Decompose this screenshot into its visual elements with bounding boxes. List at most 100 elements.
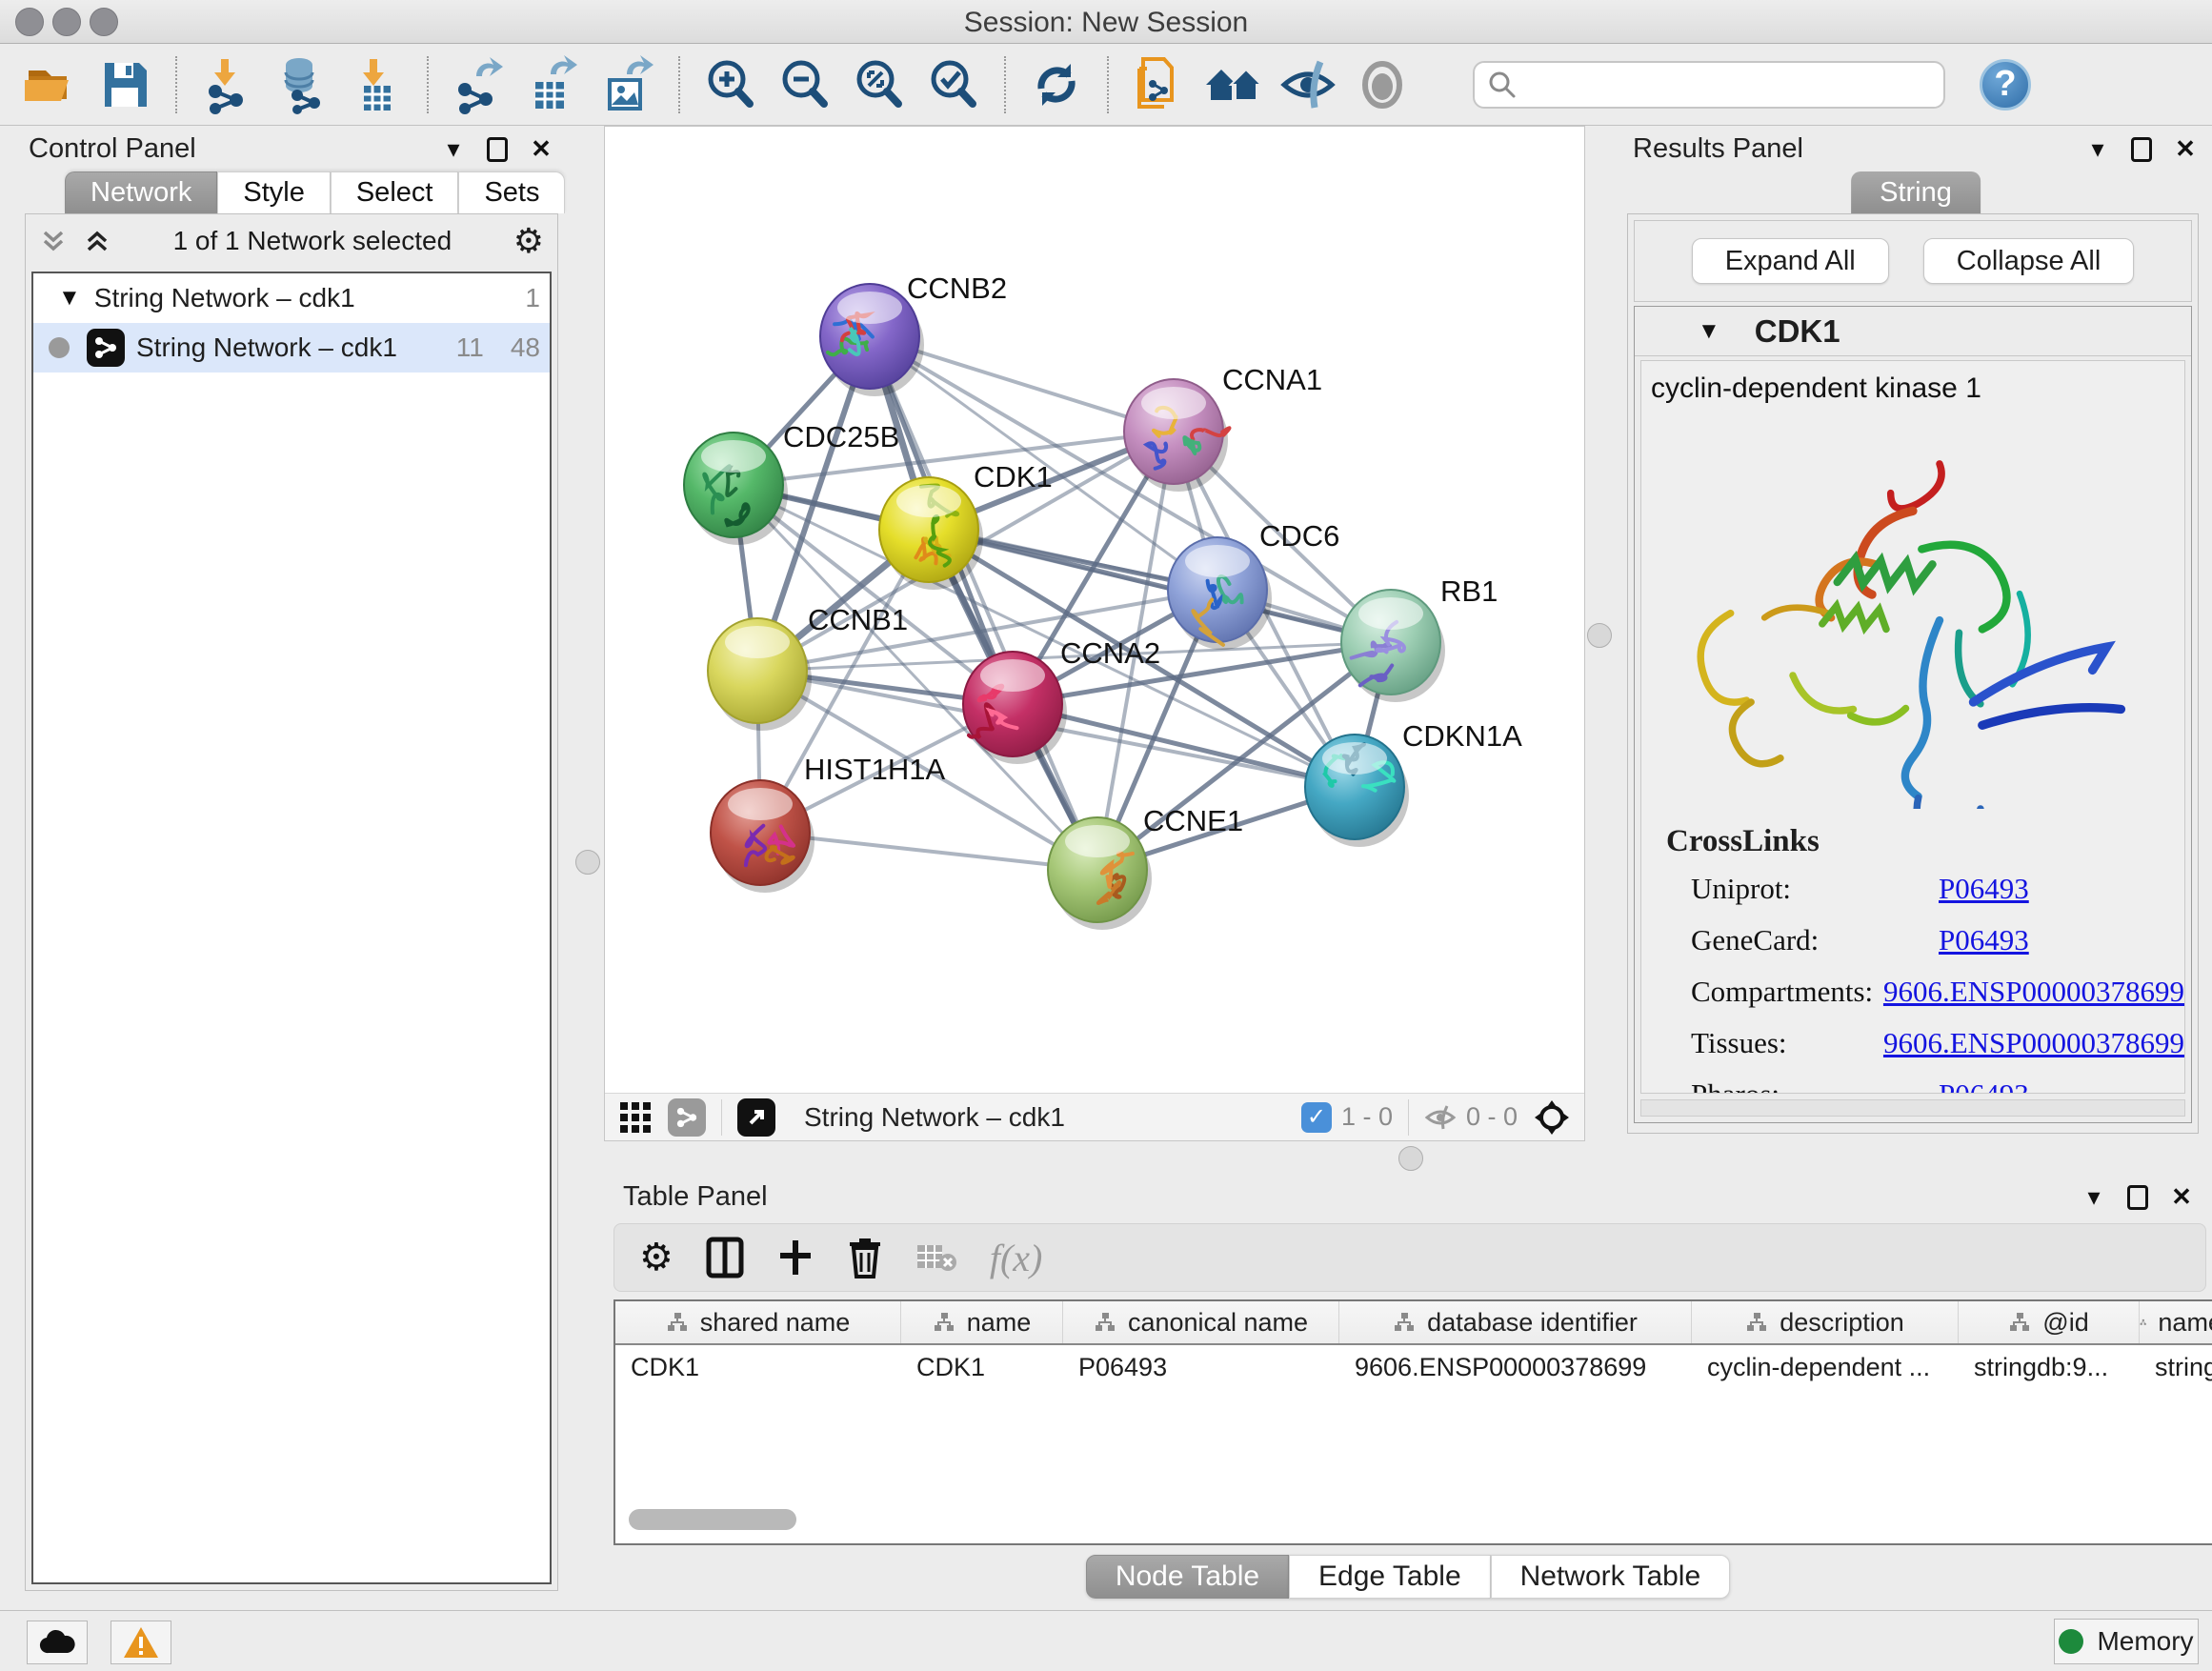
collapse-all-icon[interactable] <box>39 227 68 255</box>
table-panel-menu-icon[interactable]: ▾ <box>2081 1184 2107 1211</box>
import-network-database-button[interactable] <box>265 50 339 120</box>
network-options-gear-icon[interactable]: ⚙ <box>513 221 544 261</box>
results-panel-float-icon[interactable] <box>2128 136 2155 163</box>
help-button[interactable]: ? <box>1980 59 2031 111</box>
function-builder-icon[interactable]: f(x) <box>990 1236 1043 1280</box>
network-collection-row[interactable]: ▼ String Network – cdk1 1 <box>33 273 550 323</box>
crosslink-link[interactable]: 9606.ENSP00000378699 <box>1883 975 2184 1009</box>
collapse-all-button[interactable]: Collapse All <box>1923 238 2135 284</box>
zoom-out-button[interactable] <box>768 50 842 120</box>
memory-button[interactable]: Memory <box>2054 1619 2199 1664</box>
node-CDC25B[interactable] <box>684 433 788 545</box>
gene-expand-arrow[interactable]: ▼ <box>1698 318 1720 345</box>
node-CDKN1A[interactable] <box>1305 735 1409 847</box>
network-list: ▼ String Network – cdk1 1 String Network… <box>31 272 552 1584</box>
crosslink-link[interactable]: P06493 <box>1939 872 2029 906</box>
selected-checkbox-icon[interactable]: ✓ <box>1301 1102 1332 1133</box>
collection-expand-arrow[interactable]: ▼ <box>58 285 81 312</box>
node-HIST1H1A[interactable] <box>711 780 814 893</box>
open-session-button[interactable] <box>13 50 88 120</box>
zoom-fit-button[interactable] <box>842 50 916 120</box>
tab-edge-table[interactable]: Edge Table <box>1289 1555 1491 1599</box>
column-header-database-identifier[interactable]: database identifier <box>1339 1301 1692 1343</box>
node-CCNE1[interactable] <box>1048 817 1152 930</box>
crosslink-link[interactable]: 9606.ENSP00000378699 <box>1883 1026 2184 1060</box>
table-cell[interactable]: CDK1 <box>901 1345 1063 1389</box>
table-cell[interactable]: CDK1 <box>615 1345 901 1389</box>
string-document-icon <box>1130 55 1189 114</box>
search-box[interactable] <box>1473 61 1945 109</box>
crosslink-link[interactable]: P06493 <box>1939 1077 2029 1094</box>
refresh-button[interactable] <box>1019 50 1094 120</box>
column-header-namespace[interactable]: namespace <box>2140 1301 2212 1343</box>
node-CDK1[interactable] <box>879 477 983 590</box>
string-file-button[interactable] <box>1122 50 1196 120</box>
table-cell[interactable]: P06493 <box>1063 1345 1339 1389</box>
show-columns-icon[interactable] <box>706 1237 744 1278</box>
tab-network[interactable]: Network <box>65 171 217 213</box>
import-table-file-button[interactable] <box>339 50 413 120</box>
control-panel-float-icon[interactable] <box>484 136 511 163</box>
table-cell[interactable]: stringdb <box>2140 1345 2212 1389</box>
table-cell[interactable]: stringdb:9... <box>1959 1345 2140 1389</box>
table-options-gear-icon[interactable]: ⚙ <box>639 1236 674 1279</box>
string-home-button[interactable] <box>1196 50 1271 120</box>
tab-network-table[interactable]: Network Table <box>1491 1555 1731 1599</box>
table-panel-float-icon[interactable] <box>2124 1184 2151 1211</box>
add-column-icon[interactable] <box>776 1238 814 1277</box>
table-cell[interactable]: cyclin-dependent ... <box>1692 1345 1959 1389</box>
node-RB1[interactable] <box>1341 590 1445 702</box>
node-CCNA1[interactable] <box>1124 379 1229 492</box>
export-image-button[interactable] <box>591 50 665 120</box>
database-import-icon <box>272 55 332 114</box>
network-thumbnail-icon[interactable] <box>668 1098 706 1137</box>
control-panel-menu-icon[interactable]: ▾ <box>440 136 467 163</box>
birdseye-navigator-icon[interactable] <box>1533 1098 1571 1137</box>
delete-table-icon[interactable] <box>915 1241 957 1274</box>
column-header-name[interactable]: name <box>901 1301 1063 1343</box>
zoom-selected-button[interactable] <box>916 50 991 120</box>
tab-style[interactable]: Style <box>217 171 330 213</box>
column-header-shared-name[interactable]: shared name <box>615 1301 901 1343</box>
orb-button[interactable] <box>1345 50 1419 120</box>
column-header-canonical-name[interactable]: canonical name <box>1063 1301 1339 1343</box>
cloud-status-button[interactable] <box>27 1621 88 1664</box>
table-panel-close-icon[interactable]: ✕ <box>2168 1184 2195 1211</box>
detach-view-icon[interactable] <box>737 1098 775 1137</box>
import-network-file-button[interactable] <box>191 50 265 120</box>
column-header-description[interactable]: description <box>1692 1301 1959 1343</box>
left-divider-grip[interactable] <box>575 850 600 875</box>
table-row[interactable]: CDK1CDK1P064939606.ENSP00000378699cyclin… <box>615 1345 2212 1389</box>
control-panel-close-icon[interactable]: ✕ <box>528 136 554 163</box>
network-view-toolbar: String Network – cdk1 ✓ 1 - 0 0 - 0 <box>605 1093 1584 1140</box>
glass-eye-button[interactable] <box>1271 50 1345 120</box>
network-row[interactable]: String Network – cdk1 11 48 <box>33 323 550 372</box>
table-horizontal-scrollbar[interactable] <box>629 1509 796 1530</box>
expand-all-icon[interactable] <box>83 227 111 255</box>
node-CDC6[interactable] <box>1168 537 1272 650</box>
gene-section-header[interactable]: ▼ CDK1 <box>1635 307 2191 356</box>
table-cell[interactable]: 9606.ENSP00000378699 <box>1339 1345 1692 1389</box>
column-header--id[interactable]: @id <box>1959 1301 2140 1343</box>
expand-all-button[interactable]: Expand All <box>1692 238 1889 284</box>
delete-column-icon[interactable] <box>847 1237 883 1278</box>
export-network-button[interactable] <box>442 50 516 120</box>
export-table-button[interactable] <box>516 50 591 120</box>
zoom-in-button[interactable] <box>694 50 768 120</box>
results-scrollbar[interactable] <box>1640 1099 2185 1117</box>
tab-node-table[interactable]: Node Table <box>1086 1555 1289 1599</box>
tab-sets[interactable]: Sets <box>458 171 565 213</box>
network-canvas[interactable]: CCNB2CCNA1CDC25BCDK1CDC6RB1CCNB1CCNA2CDK… <box>605 127 1584 1093</box>
crosslink-link[interactable]: P06493 <box>1939 923 2029 957</box>
search-input[interactable] <box>1518 70 1919 100</box>
tab-string[interactable]: String <box>1851 171 1981 213</box>
warning-status-button[interactable] <box>111 1621 171 1664</box>
bottom-divider-grip[interactable] <box>1398 1146 1423 1171</box>
right-divider-grip[interactable] <box>1587 623 1612 648</box>
results-panel-close-icon[interactable]: ✕ <box>2172 136 2199 163</box>
save-session-button[interactable] <box>88 50 162 120</box>
grid-view-icon[interactable] <box>618 1100 653 1135</box>
tab-select[interactable]: Select <box>331 171 459 213</box>
results-panel-menu-icon[interactable]: ▾ <box>2084 136 2111 163</box>
node-CCNA2[interactable] <box>963 652 1067 764</box>
